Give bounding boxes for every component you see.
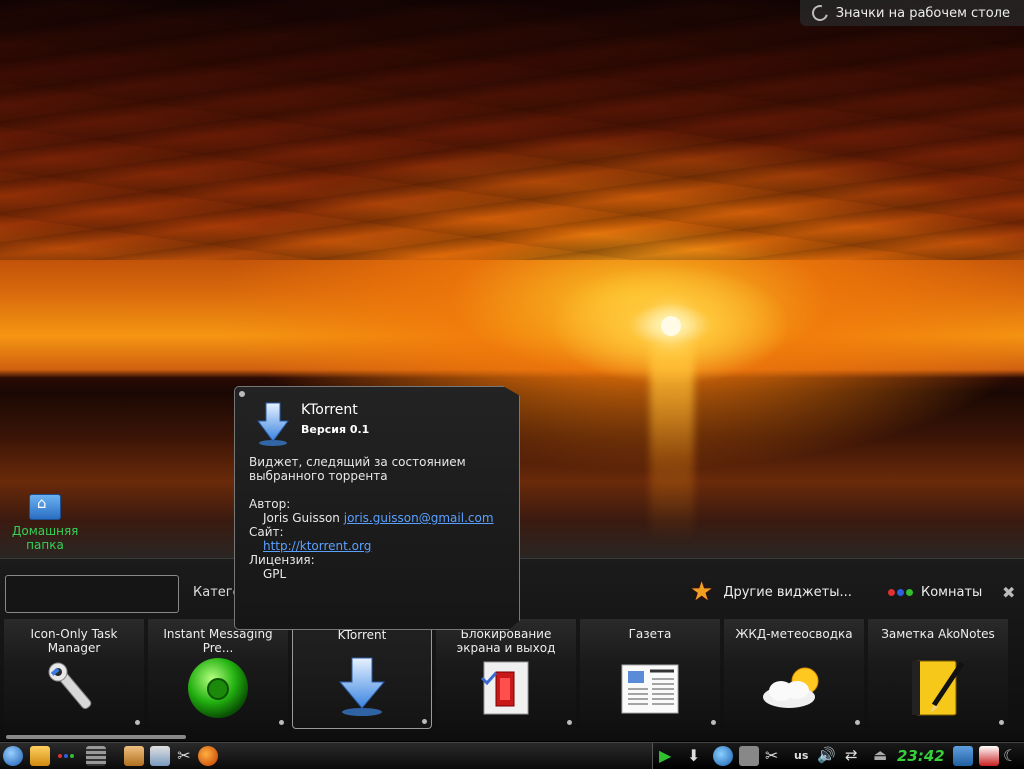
desktop-toolbox-label: Значки на рабочем столе xyxy=(835,5,1010,21)
tooltip-version: Версия 0.1 xyxy=(301,423,370,436)
widget-info-tooltip: KTorrent Версия 0.1 Виджет, следящий за … xyxy=(234,386,520,630)
tooltip-body: Виджет, следящий за состоянием выбранног… xyxy=(249,455,511,581)
widget-item-label: KTorrent xyxy=(337,628,387,642)
weather-sun-cloud-icon xyxy=(724,657,864,719)
wallpaper-sun xyxy=(661,316,681,336)
notifications-icon[interactable] xyxy=(953,746,973,766)
download-icon[interactable]: ⬇ xyxy=(687,746,707,766)
tooltip-author-label: Автор: xyxy=(249,497,291,511)
scissors-icon[interactable]: ✂ xyxy=(765,746,785,766)
widget-list-scrollbar[interactable] xyxy=(6,735,186,739)
home-folder-desktop-icon[interactable]: Домашняя папка xyxy=(12,494,78,552)
activities-icon xyxy=(888,589,913,596)
widget-corner-dot xyxy=(567,720,572,725)
folder-icon[interactable] xyxy=(30,746,50,766)
plasma-toolbox-icon xyxy=(808,2,831,24)
widget-item-label: Instant Messaging Pre... xyxy=(163,627,273,655)
tooltip-site-link[interactable]: http://ktorrent.org xyxy=(263,539,371,553)
widget-search-input[interactable] xyxy=(5,575,179,613)
widget-item-weather[interactable]: ЖКД-метеосводка xyxy=(724,619,864,729)
play-icon[interactable]: ▶ xyxy=(659,746,679,766)
widget-list: Icon-Only Task Manager Instant Messaging… xyxy=(4,619,1020,729)
system-settings-icon[interactable] xyxy=(150,746,170,766)
widget-item-icon-only-task-manager[interactable]: Icon-Only Task Manager xyxy=(4,619,144,729)
widget-item-label: Блокирование экрана и выход xyxy=(456,627,556,655)
tooltip-pin-icon xyxy=(239,391,245,397)
eject-icon[interactable]: ⏏ xyxy=(873,746,893,766)
tooltip-title: KTorrent xyxy=(301,402,358,418)
widget-corner-dot xyxy=(999,720,1004,725)
usb-icon[interactable]: ⇄ xyxy=(845,746,865,766)
system-tray: ▶ ⬇ ✂ 🔊 ⇄ ⏏ ☾ xyxy=(652,743,1024,769)
star-icon: ★ xyxy=(690,577,714,607)
volume-icon[interactable]: 🔊 xyxy=(817,746,837,766)
firefox-icon[interactable] xyxy=(198,746,218,766)
widget-item-label: Icon-Only Task Manager xyxy=(30,627,118,655)
widget-item-ktorrent[interactable]: KTorrent xyxy=(292,619,432,729)
tools-icon[interactable]: ✂ xyxy=(174,746,194,766)
tooltip-author-email-link[interactable]: joris.guisson@gmail.com xyxy=(344,511,494,525)
kde-menu-icon[interactable] xyxy=(3,746,23,766)
widget-item-label: Газета xyxy=(628,627,672,641)
chat-icon[interactable] xyxy=(739,746,759,766)
lock-door-icon xyxy=(436,657,576,719)
clock[interactable]: 23:42 xyxy=(897,747,945,765)
widget-corner-dot xyxy=(855,720,860,725)
file-manager-icon[interactable] xyxy=(124,746,144,766)
green-status-orb-icon xyxy=(148,657,288,719)
other-widgets-label: Другие виджеты... xyxy=(723,584,852,600)
newspaper-icon xyxy=(580,657,720,719)
other-widgets-button[interactable]: ★ Другие виджеты... xyxy=(690,577,852,607)
tooltip-license: GPL xyxy=(263,567,287,581)
activities-label: Комнаты xyxy=(921,585,983,600)
download-arrow-icon xyxy=(255,401,291,450)
tooltip-author-name: Joris Guisson xyxy=(263,511,340,525)
widget-corner-dot xyxy=(135,720,140,725)
widget-item-lock-logout[interactable]: Блокирование экрана и выход xyxy=(436,619,576,729)
tooltip-site-label: Сайт: xyxy=(249,525,284,539)
close-icon[interactable]: ✖ xyxy=(1002,583,1015,602)
taskbar: ✂ ▶ ⬇ ✂ 🔊 ⇄ ⏏ ☾ us 23:42 xyxy=(0,742,1024,769)
widget-corner-dot xyxy=(279,720,284,725)
keyboard-layout-indicator[interactable]: us xyxy=(794,749,808,762)
widget-item-label: ЖКД-метеосводка xyxy=(735,627,853,641)
activities-button[interactable]: Комнаты xyxy=(888,585,982,600)
tooltip-description: Виджет, следящий за состоянием выбранног… xyxy=(249,455,466,483)
tooltip-author: Joris Guisson joris.guisson@gmail.com xyxy=(249,511,511,525)
widget-item-newspaper[interactable]: Газета xyxy=(580,619,720,729)
network-globe-icon[interactable] xyxy=(713,746,733,766)
desktop-toolbox-button[interactable]: Значки на рабочем столе xyxy=(799,0,1024,26)
database-icon[interactable] xyxy=(86,746,106,766)
home-folder-icon xyxy=(29,494,61,520)
notebook-pen-icon xyxy=(868,657,1008,719)
panel-toolbox-icon[interactable]: ☾ xyxy=(1003,746,1023,766)
wrench-icon xyxy=(4,657,144,719)
tooltip-license-label: Лицензия: xyxy=(249,553,315,567)
wallpaper-sun-reflection xyxy=(650,340,694,540)
widget-item-akonotes[interactable]: Заметка AkoNotes xyxy=(868,619,1008,729)
lock-screen-icon[interactable] xyxy=(979,746,999,766)
wallpaper-clouds xyxy=(0,0,1024,260)
dots-icon[interactable] xyxy=(58,746,78,766)
widget-item-label: Заметка AkoNotes xyxy=(881,627,995,641)
widget-corner-dot xyxy=(711,720,716,725)
widget-corner-dot xyxy=(422,719,427,724)
download-arrow-icon xyxy=(293,656,431,718)
widget-item-instant-messaging[interactable]: Instant Messaging Pre... xyxy=(148,619,288,729)
home-folder-label: Домашняя папка xyxy=(12,524,79,552)
